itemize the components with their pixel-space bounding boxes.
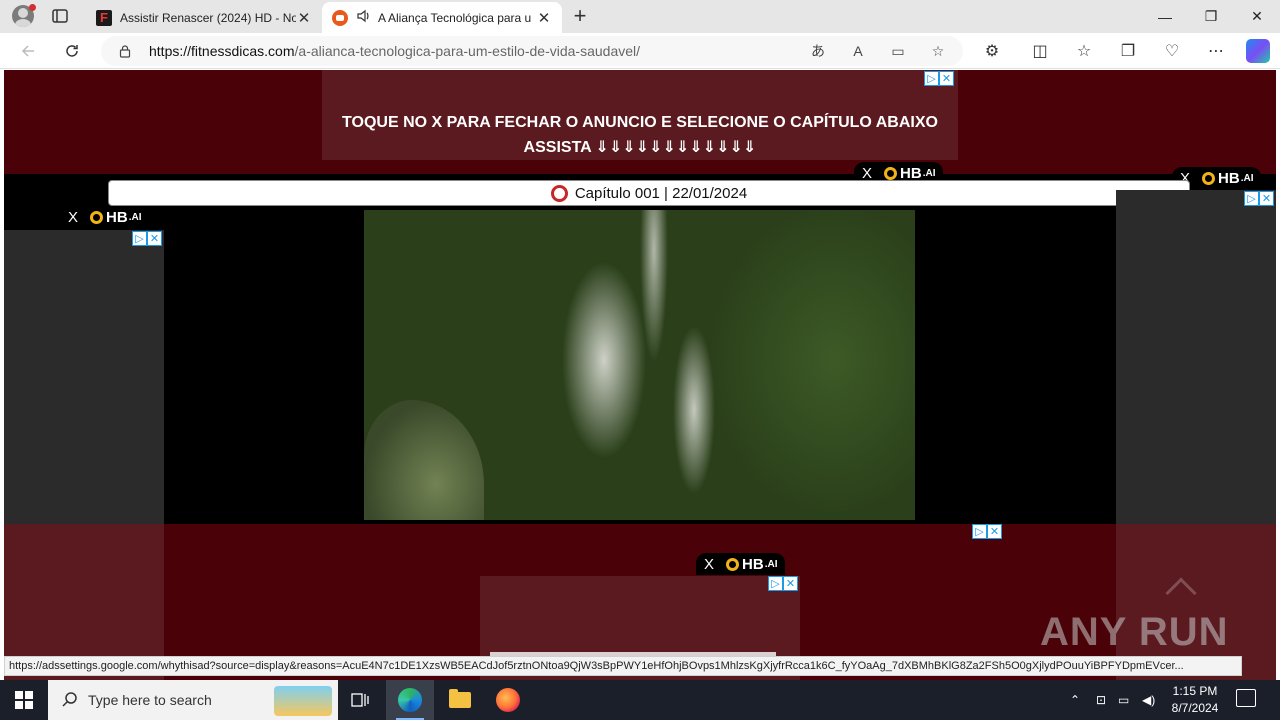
right-side-ad[interactable] bbox=[1116, 190, 1276, 524]
ad-instruction-text-2: ASSISTA ⇓⇓⇓⇓⇓⇓⇓⇓⇓⇓⇓⇓ bbox=[523, 139, 757, 156]
start-button[interactable] bbox=[0, 680, 48, 720]
left-side-ad[interactable] bbox=[4, 230, 164, 524]
tab-strip: Assistir Renascer (2024) HD - Nov ✕ A Al… bbox=[0, 0, 1280, 33]
copilot-icon[interactable] bbox=[1246, 39, 1270, 63]
taskbar-search-input[interactable]: Type here to search bbox=[48, 680, 338, 720]
site-favicon-icon bbox=[332, 9, 348, 26]
top-banner-area: TOQUE NO X PARA FECHAR O ANUNCIO E SELEC… bbox=[4, 70, 1276, 174]
top-ad-banner[interactable]: TOQUE NO X PARA FECHAR O ANUNCIO E SELEC… bbox=[322, 70, 958, 160]
adchoices-badge[interactable]: ▷ ✕ bbox=[132, 231, 162, 246]
close-window-button[interactable]: ✕ bbox=[1234, 0, 1280, 33]
browser-essentials-icon[interactable]: ♡ bbox=[1160, 39, 1184, 63]
web-page: TOQUE NO X PARA FECHAR O ANUNCIO E SELEC… bbox=[4, 70, 1276, 680]
minimize-button[interactable]: — bbox=[1142, 0, 1188, 33]
navigation-bar: https://fitnessdicas.com/a-alianca-tecno… bbox=[0, 33, 1280, 69]
tray-device-icon[interactable]: ⊡ bbox=[1096, 680, 1106, 720]
chapter-select[interactable]: Capítulo 001 | 22/01/2024 ⌄ bbox=[108, 180, 1190, 206]
hb-logo: HB .AI bbox=[884, 165, 935, 182]
lock-icon[interactable] bbox=[118, 44, 132, 63]
hb-close-icon[interactable]: X bbox=[704, 556, 714, 573]
volume-icon[interactable]: ◀) bbox=[1142, 680, 1155, 720]
adchoices-badge[interactable]: ▷ ✕ bbox=[768, 576, 798, 591]
notification-center-icon[interactable] bbox=[1236, 689, 1256, 707]
hb-logo: HB .AI bbox=[90, 209, 141, 226]
extensions-icon[interactable]: ⚙ bbox=[980, 39, 1004, 63]
taskbar: Type here to search ⌃ ⊡ ▭ ◀) 1:15 PM 8/7… bbox=[0, 680, 1280, 720]
hb-ad-tag[interactable]: X HB .AI bbox=[696, 553, 786, 575]
url-text[interactable]: https://fitnessdicas.com/a-alianca-tecno… bbox=[149, 43, 640, 59]
search-highlight-image bbox=[274, 686, 332, 716]
file-explorer-icon[interactable] bbox=[436, 680, 484, 720]
site-favicon-icon bbox=[96, 9, 112, 26]
system-clock[interactable]: 1:15 PM 8/7/2024 bbox=[1160, 683, 1230, 717]
tab-renascer[interactable]: Assistir Renascer (2024) HD - Nov ✕ bbox=[86, 2, 322, 33]
tab-actions-icon[interactable] bbox=[50, 6, 70, 26]
ad-instruction-text: TOQUE NO X PARA FECHAR O ANUNCIO E SELEC… bbox=[342, 114, 938, 131]
network-icon[interactable]: ▭ bbox=[1118, 680, 1129, 720]
search-icon bbox=[62, 691, 78, 710]
ad-close-icon[interactable]: ✕ bbox=[1259, 191, 1274, 206]
new-tab-button[interactable]: + bbox=[570, 5, 590, 27]
clock-time: 1:15 PM bbox=[1172, 684, 1218, 698]
tray-chevron-icon[interactable]: ⌃ bbox=[1070, 680, 1080, 720]
clock-date: 8/7/2024 bbox=[1171, 701, 1219, 715]
split-screen-icon[interactable]: ◫ bbox=[1028, 39, 1052, 63]
tab-title: Assistir Renascer (2024) HD - Nov bbox=[120, 10, 296, 25]
settings-more-icon[interactable]: ⋯ bbox=[1204, 39, 1228, 63]
immersive-reader-icon[interactable]: ▭ bbox=[889, 42, 907, 60]
hb-logo: HB .AI bbox=[1202, 170, 1253, 187]
chapter-ring-icon bbox=[550, 184, 568, 202]
status-link-url: https://adssettings.google.com/whythisad… bbox=[4, 656, 1242, 676]
notification-dot bbox=[29, 4, 36, 11]
tab-close-icon[interactable]: ✕ bbox=[296, 9, 312, 27]
hb-ad-tag[interactable]: X HB .AI bbox=[60, 206, 150, 228]
tab-title: A Aliança Tecnológica para u bbox=[378, 10, 532, 25]
video-player[interactable] bbox=[364, 210, 915, 520]
back-button[interactable] bbox=[16, 39, 40, 63]
favorite-star-icon[interactable]: ☆ bbox=[929, 42, 947, 60]
adchoices-icon[interactable]: ▷ bbox=[132, 231, 147, 246]
restore-button[interactable]: ❐ bbox=[1188, 0, 1234, 33]
translate-icon[interactable]: あ bbox=[809, 42, 827, 60]
ad-close-icon[interactable]: ✕ bbox=[783, 576, 798, 591]
adchoices-icon[interactable]: ▷ bbox=[768, 576, 783, 591]
adchoices-icon[interactable]: ▷ bbox=[1244, 191, 1259, 206]
tab-close-icon[interactable]: ✕ bbox=[536, 9, 552, 27]
search-placeholder: Type here to search bbox=[88, 692, 212, 708]
ad-close-icon[interactable]: ✕ bbox=[147, 231, 162, 246]
read-aloud-icon[interactable]: A bbox=[849, 42, 867, 60]
adchoices-badge[interactable]: ▷ ✕ bbox=[972, 524, 1002, 539]
address-bar[interactable]: https://fitnessdicas.com/a-alianca-tecno… bbox=[101, 36, 963, 66]
tab-alianca[interactable]: A Aliança Tecnológica para u ✕ bbox=[322, 2, 562, 33]
hb-close-icon[interactable]: X bbox=[862, 165, 872, 182]
adchoices-badge[interactable]: ▷ ✕ bbox=[1244, 191, 1274, 206]
ad-close-icon[interactable]: ✕ bbox=[987, 524, 1002, 539]
collections-icon[interactable]: ❐ bbox=[1116, 39, 1140, 63]
refresh-button[interactable] bbox=[60, 39, 84, 63]
adchoices-icon[interactable]: ▷ bbox=[924, 71, 939, 86]
favorites-icon[interactable]: ☆ bbox=[1072, 39, 1096, 63]
chapter-selected-value: Capítulo 001 | 22/01/2024 bbox=[574, 184, 748, 202]
windows-logo-icon bbox=[15, 691, 33, 709]
hb-close-icon[interactable]: X bbox=[68, 209, 78, 226]
firefox-taskbar-icon[interactable] bbox=[484, 680, 532, 720]
video-frame-foliage bbox=[364, 400, 484, 520]
speaker-icon[interactable] bbox=[356, 8, 372, 27]
edge-taskbar-icon[interactable] bbox=[386, 680, 434, 720]
ad-close-icon[interactable]: ✕ bbox=[939, 71, 954, 86]
task-view-icon[interactable] bbox=[336, 680, 384, 720]
hb-logo: HB .AI bbox=[726, 556, 777, 573]
anyrun-watermark: ANY RUN bbox=[1040, 610, 1229, 654]
adchoices-badge[interactable]: ▷ ✕ bbox=[924, 71, 954, 86]
adchoices-icon[interactable]: ▷ bbox=[972, 524, 987, 539]
